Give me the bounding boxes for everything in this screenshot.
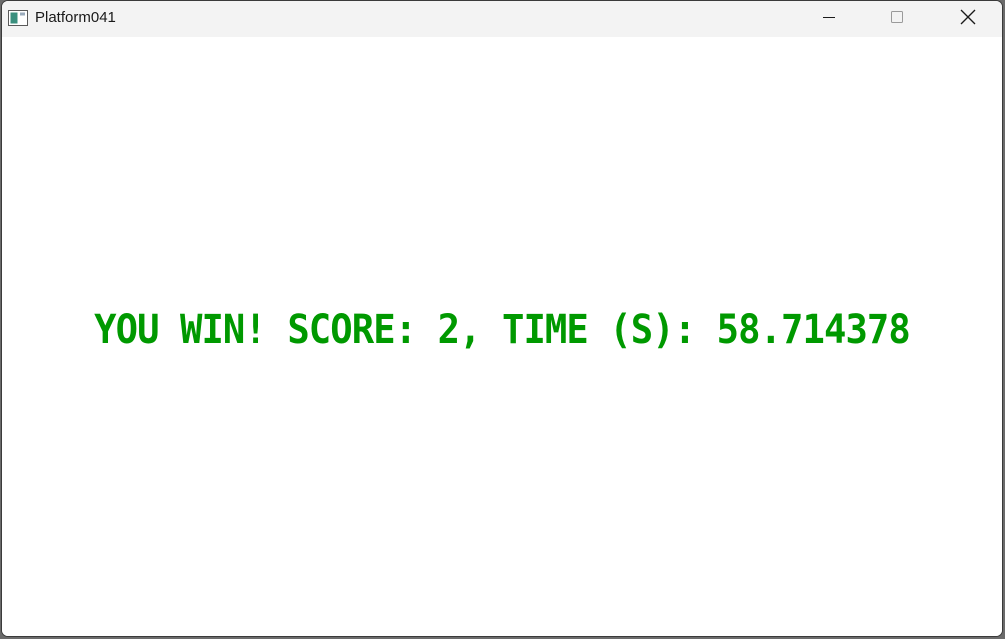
maximize-icon [890,10,904,29]
game-window: Platform041 YOU WIN! SCORE: 2, TIME (S):… [1,0,1003,637]
win-message: YOU WIN! SCORE: 2, TIME (S): 58.714378 [94,307,911,353]
close-icon [960,9,976,30]
maximize-button[interactable] [874,1,920,37]
minimize-button[interactable] [806,1,852,37]
console-window-icon [8,10,28,26]
window-title: Platform041 [35,9,116,26]
game-canvas[interactable]: YOU WIN! SCORE: 2, TIME (S): 58.714378 [2,37,1002,636]
title-bar[interactable]: Platform041 [2,1,1002,37]
minimize-icon [822,10,836,29]
close-button[interactable] [945,1,991,37]
